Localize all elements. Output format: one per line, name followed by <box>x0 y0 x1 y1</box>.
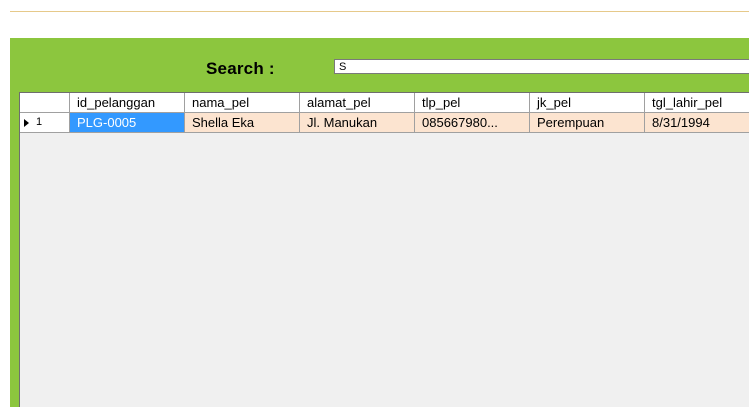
search-input[interactable] <box>334 59 749 74</box>
column-header-alamat-pel[interactable]: alamat_pel <box>300 93 415 113</box>
table-cell-tlp-pel[interactable]: 085667980... <box>415 113 530 133</box>
grid-corner-header[interactable] <box>20 93 70 113</box>
table-cell-jk-pel[interactable]: Perempuan <box>530 113 645 133</box>
search-label: Search : <box>206 59 275 78</box>
column-header-nama-pel[interactable]: nama_pel <box>185 93 300 113</box>
customer-data-grid[interactable]: id_pelanggan nama_pel alamat_pel tlp_pel… <box>19 92 749 407</box>
column-header-tlp-pel[interactable]: tlp_pel <box>415 93 530 113</box>
table-cell-nama-pel[interactable]: Shella Eka <box>185 113 300 133</box>
row-number: 1 <box>36 116 43 128</box>
table-cell-id-pelanggan[interactable]: PLG-0005 <box>70 113 185 133</box>
column-header-tgl-lahir-pel[interactable]: tgl_lahir_pel <box>645 93 749 113</box>
table-cell-alamat-pel[interactable]: Jl. Manukan <box>300 113 415 133</box>
table-cell-tgl-lahir-pel[interactable]: 8/31/1994 <box>645 113 749 133</box>
grid-header-row: id_pelanggan nama_pel alamat_pel tlp_pel… <box>20 93 749 113</box>
column-header-jk-pel[interactable]: jk_pel <box>530 93 645 113</box>
current-row-arrow-icon <box>24 119 29 127</box>
top-divider <box>10 11 749 12</box>
row-header[interactable]: 1 <box>20 113 70 133</box>
column-header-id-pelanggan[interactable]: id_pelanggan <box>70 93 185 113</box>
